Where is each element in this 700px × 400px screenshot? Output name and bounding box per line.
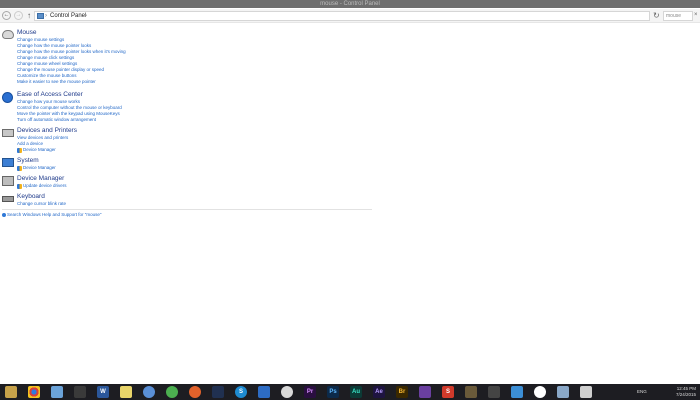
app-icon[interactable]	[465, 386, 477, 398]
group-title-device-manager[interactable]: Device Manager	[17, 175, 64, 183]
result-group-device-manager: Device Manager Update device drivers	[0, 174, 380, 190]
app-icon[interactable]	[557, 386, 569, 398]
app-icon[interactable]	[511, 386, 523, 398]
taskbar: W S Pr Ps Au Ae Br S ENG 12:45 PM 7/24/2…	[0, 384, 700, 400]
audition-icon[interactable]: Au	[350, 386, 362, 398]
forward-button[interactable]: →	[14, 11, 23, 20]
itunes-icon[interactable]	[281, 386, 293, 398]
control-panel-taskbar-icon[interactable]	[51, 386, 63, 398]
breadcrumb-control-panel[interactable]: Control Panel	[50, 12, 86, 20]
devices-printers-icon	[2, 128, 14, 138]
help-search-link[interactable]: Search Windows Help and Support for "mou…	[2, 212, 102, 218]
result-group-system: System Device Manager	[0, 156, 380, 172]
group-title-keyboard[interactable]: Keyboard	[17, 193, 45, 201]
utorrent-icon[interactable]	[166, 386, 178, 398]
clear-search-button[interactable]: ×	[694, 11, 698, 20]
task-link[interactable]: Device Manager	[17, 165, 56, 171]
notes-icon[interactable]	[120, 386, 132, 398]
app-icon[interactable]	[534, 386, 546, 398]
chevron-right-icon[interactable]: ›	[85, 12, 87, 20]
help-icon	[2, 213, 6, 217]
ease-of-access-icon	[2, 92, 14, 103]
steam-icon[interactable]	[74, 386, 86, 398]
result-group-ease-of-access: Ease of Access Center Change how your mo…	[0, 90, 380, 124]
help-search-label: Search Windows Help and Support for "mou…	[7, 212, 102, 217]
firefox-icon[interactable]	[189, 386, 201, 398]
result-group-devices-and-printers: Devices and Printers View devices and pr…	[0, 126, 380, 154]
file-explorer-icon[interactable]	[5, 386, 17, 398]
clock-date: 7/24/2015	[675, 392, 696, 397]
group-title-system[interactable]: System	[17, 157, 39, 165]
control-panel-icon	[37, 13, 44, 19]
address-path[interactable]: › Control Panel ›	[34, 11, 650, 21]
browser-icon[interactable]	[143, 386, 155, 398]
result-group-keyboard: Keyboard Change cursor blink rate	[0, 192, 380, 208]
refresh-button[interactable]: ↻	[653, 11, 660, 20]
clock[interactable]: 12:45 PM 7/24/2015	[676, 386, 696, 398]
task-link[interactable]: Make it easier to see the mouse pointer	[17, 79, 96, 85]
photoshop-icon[interactable]: Ps	[327, 386, 339, 398]
back-button[interactable]: ←	[2, 11, 11, 20]
result-group-mouse: Mouse Change mouse settings Change how t…	[0, 28, 380, 88]
after-effects-icon[interactable]: Ae	[373, 386, 385, 398]
app-icon[interactable]	[488, 386, 500, 398]
premiere-icon[interactable]: Pr	[304, 386, 316, 398]
skype-icon[interactable]: S	[235, 386, 247, 398]
app-icon[interactable]	[258, 386, 270, 398]
window-title: mouse - Control Panel	[320, 1, 380, 7]
group-title-ease-of-access[interactable]: Ease of Access Center	[17, 91, 83, 99]
word-icon[interactable]: W	[97, 386, 109, 398]
app-icon[interactable]	[580, 386, 592, 398]
system-icon	[2, 158, 14, 168]
chevron-right-icon[interactable]: ›	[45, 12, 47, 20]
bridge-icon[interactable]: Br	[396, 386, 408, 398]
group-title-devices-and-printers[interactable]: Devices and Printers	[17, 127, 77, 135]
app-icon[interactable]	[419, 386, 431, 398]
task-link[interactable]: Turn off automatic window arrangement	[17, 117, 96, 123]
search-input[interactable]: mouse	[663, 11, 693, 21]
task-link[interactable]: Change cursor blink rate	[17, 201, 66, 207]
uac-shield-icon	[17, 166, 22, 171]
up-button[interactable]: ↑	[27, 11, 31, 20]
uac-shield-icon	[17, 148, 22, 153]
task-label: Device Manager	[23, 165, 56, 170]
task-label: Update device drivers	[23, 183, 67, 188]
app-icon[interactable]: S	[442, 386, 454, 398]
language-indicator[interactable]: ENG	[637, 389, 647, 394]
address-bar: ← → ↑ › Control Panel › ↻ mouse ×	[0, 9, 700, 23]
results-divider	[2, 209, 372, 210]
app-icon[interactable]	[212, 386, 224, 398]
forward-arrow-icon: →	[15, 12, 22, 18]
task-link[interactable]: Update device drivers	[17, 183, 67, 189]
group-title-mouse[interactable]: Mouse	[17, 29, 37, 37]
mouse-icon	[2, 30, 14, 40]
back-arrow-icon: ←	[3, 12, 10, 18]
chrome-icon[interactable]	[28, 386, 40, 398]
task-link[interactable]: Device Manager	[17, 147, 56, 153]
uac-shield-icon	[17, 184, 22, 189]
task-label: Device Manager	[23, 147, 56, 152]
title-bar: mouse - Control Panel	[0, 0, 700, 8]
device-manager-icon	[2, 176, 14, 186]
keyboard-icon	[2, 194, 14, 204]
